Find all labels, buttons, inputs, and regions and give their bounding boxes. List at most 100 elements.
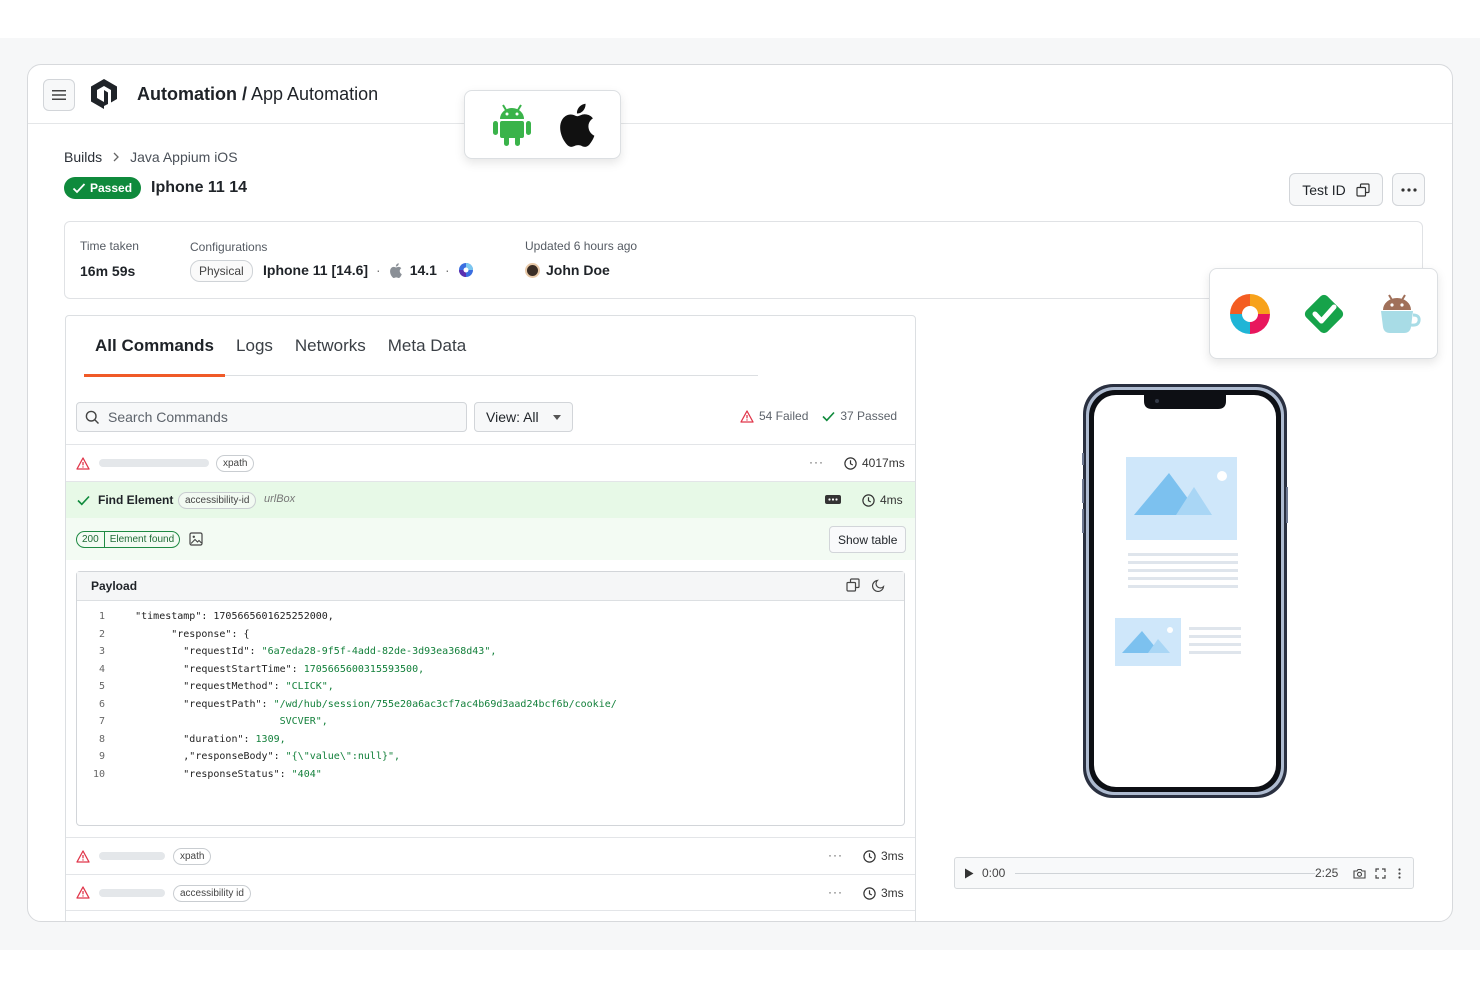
command-detail-row: 200 Element found Show table — [66, 518, 915, 560]
hamburger-icon — [52, 90, 66, 100]
search-icon — [85, 410, 99, 424]
clock-icon — [844, 456, 857, 470]
copy-icon[interactable] — [846, 578, 860, 592]
code-line: 4 "requestStartTime": 170566560031559350… — [77, 661, 904, 679]
clock-icon — [862, 493, 875, 507]
tab-all-commands[interactable]: All Commands — [84, 316, 226, 377]
separator-dot: · — [444, 262, 450, 278]
command-row[interactable]: accessibility id ··· 3ms — [66, 874, 915, 911]
code-gutter-space — [105, 713, 135, 731]
code-value: "CLICK", — [285, 681, 334, 692]
command-row-selected[interactable]: Find Element accessibility-id urlBox 4ms — [66, 481, 915, 518]
command-duration: 3ms — [863, 849, 904, 863]
code-line: 5 "requestMethod": "CLICK", — [77, 678, 904, 696]
code-gutter-space — [105, 696, 135, 714]
camera-icon[interactable] — [1353, 868, 1366, 879]
phone-mockup — [1081, 384, 1289, 798]
search-commands-field[interactable] — [76, 402, 467, 432]
verified-check-icon — [1304, 294, 1343, 333]
moon-icon[interactable] — [872, 578, 886, 592]
apple-icon — [389, 262, 402, 278]
browser-icon — [458, 263, 473, 277]
top-bar: Automation / App Automation — [28, 65, 1452, 124]
result-counts: 54 Failed 37 Passed — [740, 409, 897, 423]
more-horizontal-icon[interactable]: ··· — [828, 885, 843, 899]
breadcrumb-current[interactable]: Java Appium iOS — [130, 149, 237, 165]
code-gutter-space — [105, 678, 135, 696]
code-line: 9 ,"responseBody": "{\"value\":null}", — [77, 748, 904, 766]
search-input[interactable] — [108, 409, 448, 425]
image-icon[interactable] — [189, 532, 203, 546]
view-filter-value: View: All — [486, 409, 539, 425]
command-duration: 4ms — [862, 493, 903, 507]
locator-value: urlBox — [264, 493, 296, 505]
code-key: "timestamp": — [135, 611, 214, 622]
code-gutter-space — [105, 608, 135, 626]
failed-count[interactable]: 54 Failed — [740, 409, 808, 423]
command-name-placeholder — [99, 459, 209, 467]
view-filter-dropdown[interactable]: View: All — [474, 402, 573, 432]
passed-count-label: 37 Passed — [840, 409, 898, 423]
command-row[interactable]: xpath ··· 4017ms — [66, 444, 915, 481]
user-name[interactable]: John Doe — [546, 262, 610, 278]
tab-bar: All Commands Logs Networks Meta Data — [84, 316, 758, 377]
code-value: "/wd/hub/session/755e20a6ac3cf7ac4b69d3a… — [273, 698, 617, 710]
line-number: 5 — [98, 681, 105, 692]
failed-count-label: 54 Failed — [759, 409, 809, 423]
locator-tag: accessibility id — [173, 885, 251, 902]
show-table-button[interactable]: Show table — [829, 526, 907, 553]
code-gutter-space — [105, 766, 135, 784]
configuration-details: Iphone 11 [14.6] · 14.1 · — [263, 262, 474, 278]
lambdatest-logo[interactable] — [88, 77, 120, 116]
code-line: 6 "requestPath": "/wd/hub/session/755e20… — [77, 696, 904, 714]
code-key: "duration": — [183, 733, 256, 745]
line-number: 9 — [98, 751, 105, 762]
status-badge-label: Passed — [90, 181, 133, 195]
tab-logs[interactable]: Logs — [225, 316, 284, 376]
apple-icon — [559, 103, 594, 147]
code-line: 10 "responseStatus": "404" — [77, 766, 904, 784]
code-key: ,"responseBody": — [183, 751, 286, 762]
video-player: 0:00 2:25 — [954, 857, 1414, 889]
passed-count[interactable]: 37 Passed — [822, 409, 897, 423]
code-line: 1 "timestamp": 1705665601625252000, — [77, 608, 904, 626]
title-page: App Automation — [247, 84, 379, 104]
more-vertical-icon[interactable] — [1398, 868, 1401, 879]
play-icon[interactable] — [964, 868, 974, 879]
locator-tag: accessibility-id — [178, 492, 257, 509]
more-horizontal-icon[interactable]: ··· — [809, 455, 824, 469]
breadcrumb-builds-link[interactable]: Builds — [64, 149, 102, 165]
duration-value: 4017ms — [862, 456, 905, 470]
tab-meta-data[interactable]: Meta Data — [377, 316, 477, 376]
chevron-right-icon — [113, 152, 120, 162]
device-preview[interactable] — [1081, 383, 1289, 804]
duration-value: 3ms — [881, 886, 904, 900]
tab-networks[interactable]: Networks — [284, 316, 377, 376]
video-progress-bar[interactable] — [1015, 873, 1315, 874]
code-key: "requestStartTime": — [183, 663, 304, 675]
more-horizontal-icon — [1400, 187, 1417, 192]
code-line: 3 "requestId": "6a7eda28-9f5f-4add-82de-… — [77, 643, 904, 661]
device-title: Iphone 11 14 — [151, 179, 248, 196]
clock-icon — [863, 886, 876, 900]
line-number: 8 — [98, 733, 105, 745]
code-key: "requestMethod": — [183, 681, 286, 692]
more-box-icon[interactable] — [825, 495, 841, 504]
hamburger-menu-button[interactable] — [43, 79, 75, 111]
code-value: 1309, — [255, 733, 286, 745]
line-number: 7 — [98, 716, 105, 727]
fullscreen-icon[interactable] — [1375, 868, 1386, 879]
test-id-button[interactable]: Test ID — [1289, 173, 1383, 206]
more-horizontal-icon[interactable]: ··· — [828, 848, 843, 862]
video-current-time: 0:00 — [982, 866, 1006, 880]
command-name: Find Element — [98, 493, 174, 507]
device-type-pill: Physical — [190, 260, 253, 282]
command-row[interactable]: xpath ··· 3ms — [66, 837, 915, 874]
time-taken-value: 16m 59s — [80, 263, 136, 279]
copy-icon — [1356, 182, 1370, 197]
more-options-button[interactable] — [1392, 173, 1425, 206]
